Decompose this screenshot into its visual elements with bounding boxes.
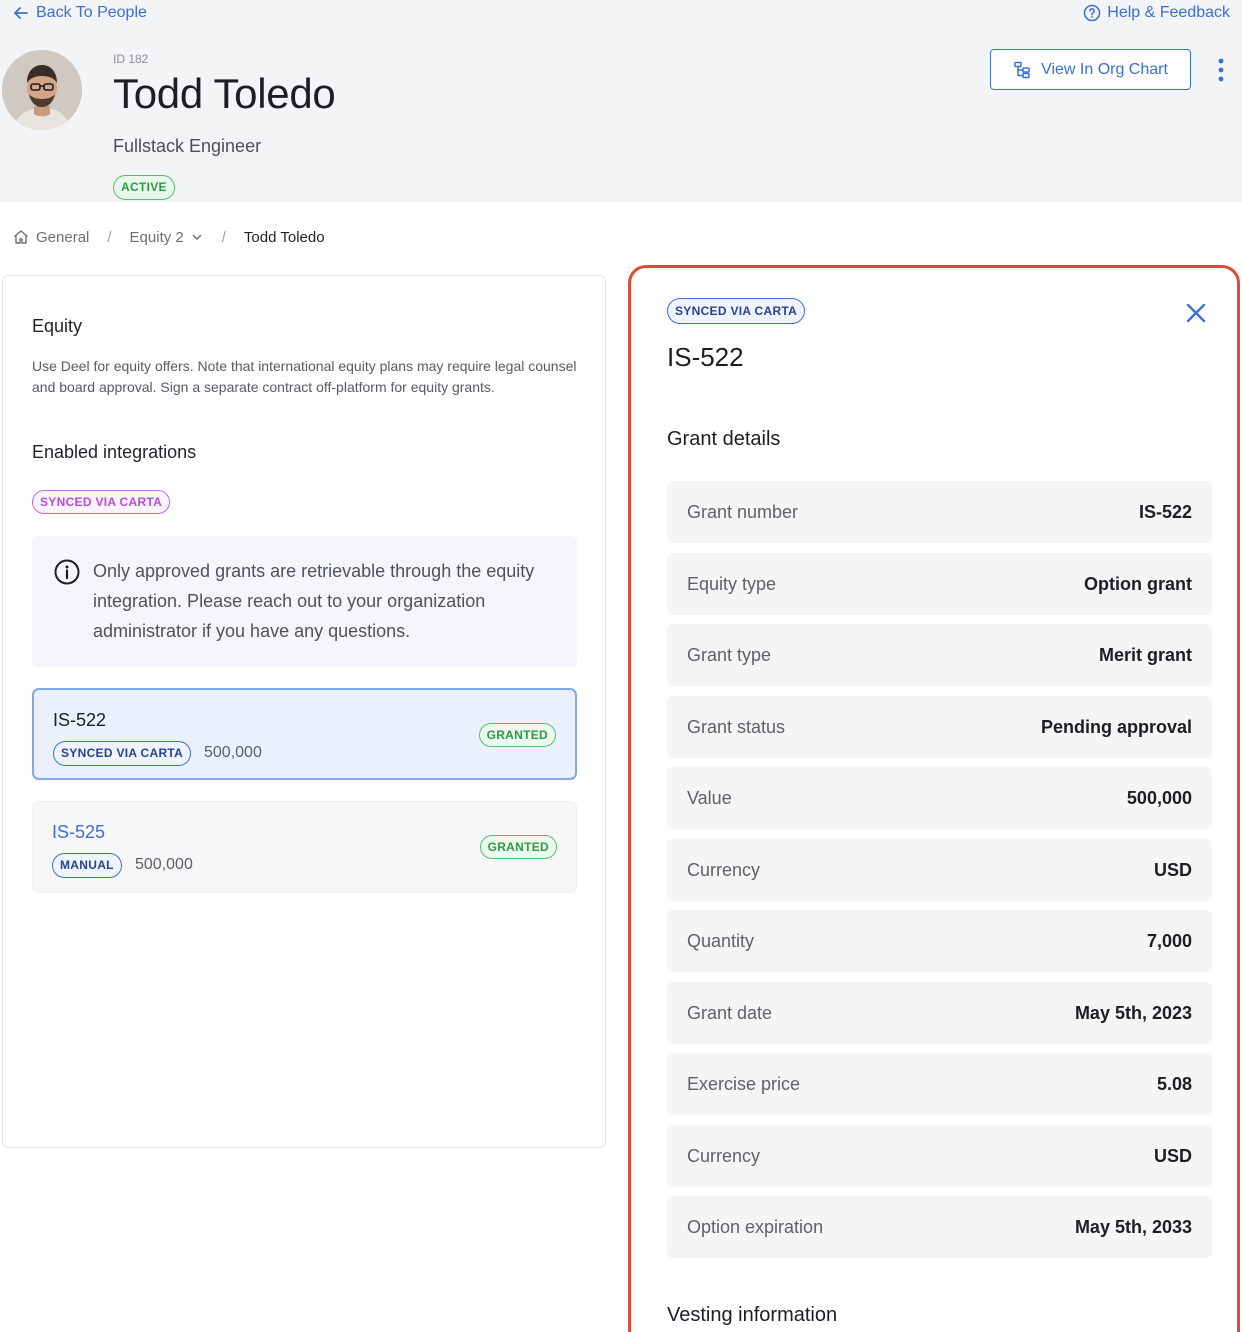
detail-row-grant-type: Grant type Merit grant <box>667 624 1212 686</box>
view-org-chart-button[interactable]: View In Org Chart <box>990 49 1191 90</box>
employee-name: Todd Toledo <box>113 70 336 117</box>
employee-id: ID 182 <box>113 52 149 66</box>
integrations-title: Enabled integrations <box>32 442 197 462</box>
grant-status-badge: GRANTED <box>479 835 557 859</box>
detail-value: Pending approval <box>1040 716 1192 737</box>
integration-tag: SYNCED VIA CARTA <box>32 490 171 514</box>
avatar <box>2 50 82 130</box>
detail-value: May 5th, 2033 <box>1074 1216 1192 1237</box>
detail-row-quantity: Quantity 7,000 <box>667 910 1212 972</box>
status-badge: ACTIVE <box>113 175 175 200</box>
chevron-down-icon <box>192 234 201 240</box>
breadcrumb-general[interactable]: General <box>12 228 89 246</box>
breadcrumb-equity[interactable]: Equity 2 <box>130 229 204 246</box>
home-icon <box>14 230 28 244</box>
equity-title: Equity <box>32 316 83 336</box>
detail-row-value: Value 500,000 <box>667 767 1212 829</box>
grant-amount: 500,000 <box>135 856 193 873</box>
org-chart-label: View In Org Chart <box>1041 60 1168 78</box>
grant-detail-panel: SYNCED VIA CARTA IS-522 Grant details Gr… <box>628 265 1240 1332</box>
grant-source-tag: SYNCED VIA CARTA <box>53 741 192 766</box>
breadcrumb-separator: / <box>221 228 226 246</box>
detail-label: Option expiration <box>687 1216 824 1237</box>
info-notice: Only approved grants are retrievable thr… <box>32 536 577 667</box>
detail-value: USD <box>1153 1145 1192 1166</box>
breadcrumb-current: Todd Toledo <box>243 228 325 246</box>
grant-card[interactable]: IS-525 MANUAL 500,000 GRANTED <box>32 801 577 893</box>
detail-value: USD <box>1153 859 1192 880</box>
detail-row-equity-type: Equity type Option grant <box>667 553 1212 615</box>
detail-source-tag: SYNCED VIA CARTA <box>667 298 806 324</box>
detail-label: Value <box>687 787 732 808</box>
detail-value: IS-522 <box>1138 501 1192 522</box>
org-chart-icon <box>1014 61 1030 78</box>
grant-id: IS-525 <box>52 822 106 842</box>
grant-id: IS-522 <box>53 710 107 730</box>
detail-row-exercise-price: Exercise price 5.08 <box>667 1053 1212 1115</box>
grant-amount: 500,000 <box>204 744 262 761</box>
question-circle-icon <box>1084 4 1101 22</box>
detail-value: 5.08 <box>1156 1073 1192 1094</box>
grant-source-tag: MANUAL <box>52 853 122 878</box>
grant-card-selected[interactable]: IS-522 SYNCED VIA CARTA 500,000 GRANTED <box>32 688 577 780</box>
breadcrumb-separator: / <box>107 228 112 246</box>
detail-label: Currency <box>687 1145 761 1166</box>
breadcrumb-general-label: General <box>36 228 90 246</box>
detail-label: Grant date <box>687 1002 773 1023</box>
kebab-menu-icon <box>1218 58 1224 82</box>
info-circle-icon <box>54 559 80 585</box>
detail-label: Exercise price <box>687 1073 801 1094</box>
breadcrumb-equity-label: Equity 2 <box>129 228 184 246</box>
equity-description: Use Deel for equity offers. Note that in… <box>32 358 577 395</box>
profile-header: Back To People Help & Feedback ID 182 To… <box>0 0 1242 202</box>
arrow-left-icon <box>14 7 28 19</box>
detail-label: Currency <box>687 859 761 880</box>
detail-title: IS-522 <box>667 342 744 372</box>
grant-status-badge: GRANTED <box>478 723 556 747</box>
close-button[interactable] <box>1183 300 1209 326</box>
grant-details-heading: Grant details <box>667 428 781 450</box>
detail-row-grant-status: Grant status Pending approval <box>667 696 1212 758</box>
detail-label: Grant number <box>687 501 799 522</box>
detail-row-currency: Currency USD <box>667 839 1212 901</box>
breadcrumb: General / Equity 2 / Todd Toledo <box>12 228 325 246</box>
vesting-heading: Vesting information <box>667 1304 838 1326</box>
back-to-people-link[interactable]: Back To People <box>12 4 147 22</box>
detail-value: 7,000 <box>1146 930 1192 951</box>
help-label: Help & Feedback <box>1107 4 1230 21</box>
detail-value: 500,000 <box>1126 787 1192 808</box>
detail-row-currency: Currency USD <box>667 1125 1212 1187</box>
close-icon <box>1186 303 1206 323</box>
detail-label: Quantity <box>687 930 755 951</box>
equity-panel: Equity Use Deel for equity offers. Note … <box>2 275 606 1148</box>
detail-value: Option grant <box>1084 573 1192 594</box>
detail-row-option-expiration: Option expiration May 5th, 2033 <box>667 1196 1212 1258</box>
detail-label: Equity type <box>687 573 777 594</box>
detail-row-grant-number: Grant number IS-522 <box>667 481 1212 543</box>
back-label: Back To People <box>36 4 147 21</box>
detail-value: Merit grant <box>1098 644 1192 665</box>
more-options-button[interactable] <box>1210 56 1232 84</box>
info-text: Only approved grants are retrievable thr… <box>93 561 535 641</box>
help-feedback-link[interactable]: Help & Feedback <box>1083 4 1230 22</box>
detail-row-grant-date: Grant date May 5th, 2023 <box>667 982 1212 1044</box>
employee-role: Fullstack Engineer <box>113 136 262 156</box>
detail-value: May 5th, 2023 <box>1074 1002 1192 1023</box>
detail-label: Grant status <box>687 716 786 737</box>
detail-label: Grant type <box>687 644 772 665</box>
